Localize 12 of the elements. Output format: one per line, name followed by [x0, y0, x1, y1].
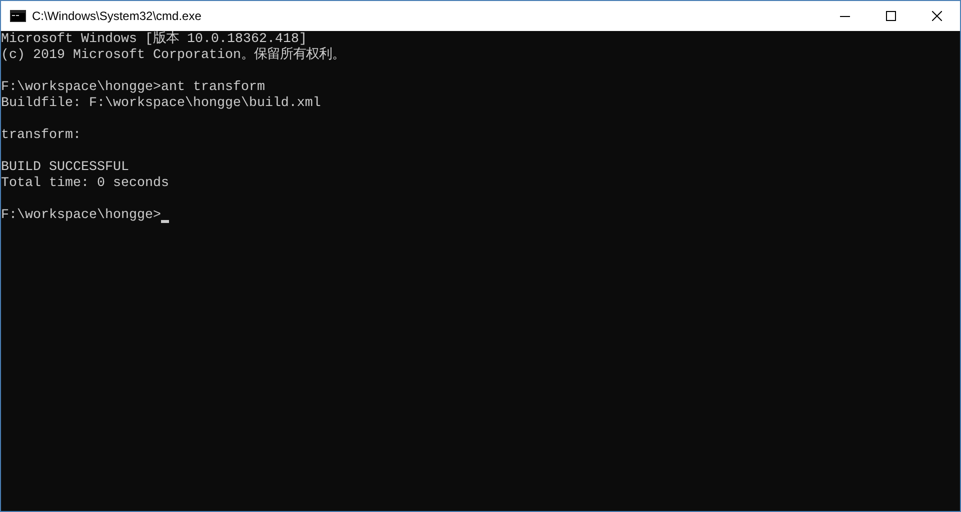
console-line: Buildfile: F:\workspace\hongge\build.xml: [1, 96, 321, 112]
console-line: transform:: [1, 128, 81, 144]
window-title: C:\Windows\System32\cmd.exe: [32, 8, 202, 25]
console-line: F:\workspace\hongge>: [1, 208, 161, 224]
console-line: BUILD SUCCESSFUL: [1, 160, 129, 176]
console-line: Total time: 0 seconds: [1, 176, 169, 192]
console-line: F:\workspace\hongge>ant transform: [1, 80, 265, 96]
console-app-icon: [10, 10, 26, 22]
close-icon: [932, 11, 942, 21]
maximize-icon: [886, 11, 896, 21]
console-line: Microsoft Windows [版本 10.0.18362.418]: [1, 32, 307, 47]
console-line: (c) 2019 Microsoft Corporation。保留所有权利。: [1, 48, 345, 64]
